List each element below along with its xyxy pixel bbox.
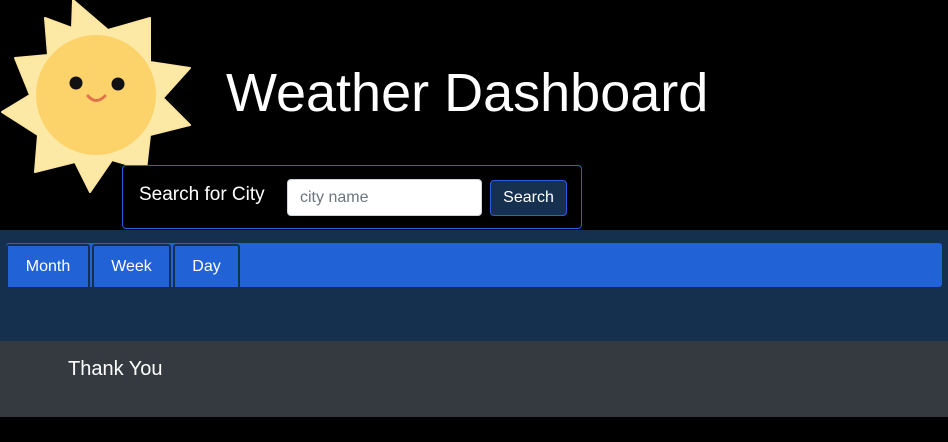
sun-left-eye <box>69 76 83 90</box>
search-button[interactable]: Search <box>490 180 567 216</box>
city-search-input[interactable] <box>287 179 482 216</box>
tab-month[interactable]: Month <box>6 244 90 287</box>
search-form: Search for City Search <box>122 165 582 229</box>
footer: Thank You <box>0 341 948 417</box>
tab-day[interactable]: Day <box>173 244 240 287</box>
forecast-nav-section: Month Week Day <box>0 230 948 341</box>
tab-bar: Month Week Day <box>6 243 942 287</box>
sun-right-eye <box>111 77 125 91</box>
search-label: Search for City <box>139 184 265 205</box>
page-title: Weather Dashboard <box>226 63 709 123</box>
tab-week[interactable]: Week <box>92 244 171 287</box>
header: Weather Dashboard Search for City Search <box>0 0 948 230</box>
footer-text: Thank You <box>68 358 163 380</box>
sun-face <box>36 35 156 155</box>
page: Weather Dashboard Search for City Search… <box>0 0 948 442</box>
